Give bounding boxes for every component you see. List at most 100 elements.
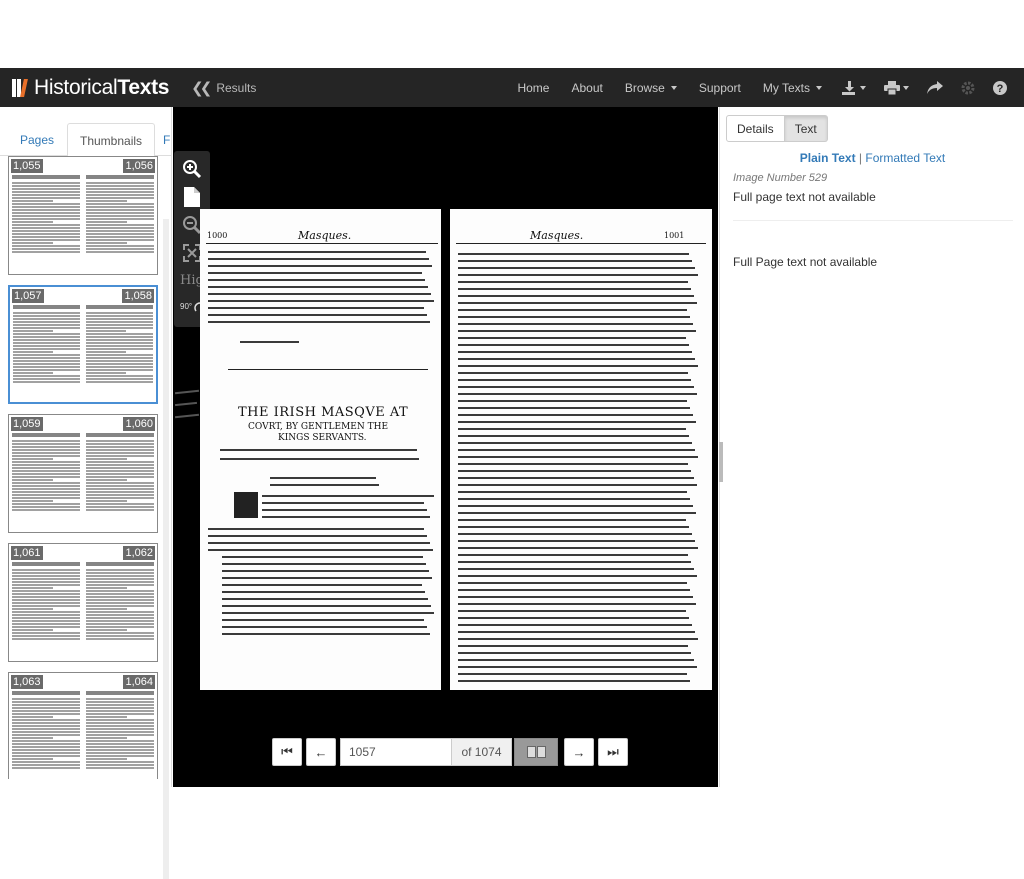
left-page-heading: Masques.: [298, 229, 352, 242]
nav-browse[interactable]: Browse: [614, 81, 688, 95]
printed-text-line: [222, 591, 425, 593]
plain-text-link[interactable]: Plain Text: [800, 151, 856, 165]
arrow-right-icon: →: [572, 744, 586, 760]
nav-about[interactable]: About: [560, 81, 613, 95]
zoom-in-icon: [183, 160, 202, 179]
page-navigation-bar: ⏮ ← 1057 of 1074 → ⏭: [272, 738, 632, 766]
tab-pages[interactable]: Pages: [8, 123, 66, 157]
share-icon: [927, 81, 943, 94]
printed-text-line: [458, 449, 695, 451]
printed-text-line: [458, 589, 690, 591]
nav-support[interactable]: Support: [688, 81, 752, 95]
top-whitespace: [0, 0, 1024, 68]
thumbnail-spread[interactable]: 1,061 1,062: [8, 543, 158, 662]
zoom-in-button[interactable]: [182, 159, 202, 179]
thumbnail-list[interactable]: 1,055 1,056 1,057 1,058 1,059 1,060 1,061 1,062…: [8, 156, 164, 779]
tab-text[interactable]: Text: [784, 115, 828, 142]
first-page-button[interactable]: ⏮: [272, 738, 302, 766]
settings-button[interactable]: [952, 81, 984, 95]
printed-text-line: [208, 300, 434, 302]
page-icon: [184, 187, 200, 207]
fit-to-screen-button[interactable]: [182, 243, 202, 263]
printed-text-line: [458, 533, 692, 535]
printed-text-line: [208, 542, 430, 544]
back-to-results-label: Results: [216, 80, 257, 95]
thumbnail-spread[interactable]: 1,055 1,056: [8, 156, 158, 275]
nav-home[interactable]: Home: [506, 81, 560, 95]
thumbnail-spread[interactable]: 1,059 1,060: [8, 414, 158, 533]
top-navbar: Historical Texts ❮❮ Results Home About B…: [0, 68, 1024, 107]
single-page-button[interactable]: [182, 187, 202, 207]
printed-text-line: [208, 549, 433, 551]
formatted-text-link[interactable]: Formatted Text: [865, 151, 945, 165]
printed-text-line: [208, 251, 426, 253]
caret-down-icon: [903, 85, 909, 90]
format-separator: |: [858, 151, 863, 165]
printed-text-line: [458, 274, 698, 276]
panel-resize-handle[interactable]: [719, 442, 723, 482]
thumbnail-page-preview: [10, 287, 83, 402]
printed-text-line: [458, 561, 691, 563]
printed-text-line: [458, 617, 689, 619]
thumbnail-scrollbar[interactable]: [163, 219, 169, 879]
printed-text-line: [208, 286, 428, 288]
thumbnail-page-number: 1,055: [11, 159, 43, 173]
two-page-view-toggle[interactable]: [514, 738, 558, 766]
printed-text-line: [458, 575, 697, 577]
printed-text-line: [262, 502, 424, 504]
thumbnail-page-number: 1,058: [122, 289, 154, 303]
printed-text-line: [458, 680, 690, 682]
thumbnail-page-number: 1,062: [123, 546, 155, 560]
help-button[interactable]: ?: [984, 80, 1016, 95]
nav-browse-label: Browse: [624, 80, 665, 95]
printed-text-line: [208, 528, 424, 530]
printed-text-line: [458, 603, 696, 605]
printed-text-line: [458, 463, 688, 465]
printed-text-line: [458, 491, 687, 493]
printed-text-line: [270, 477, 376, 479]
thumbnail-page-number: 1,063: [11, 675, 43, 689]
full-page-text-unavailable-message: Full Page text not available: [733, 255, 878, 269]
printed-text-line: [208, 258, 429, 260]
last-page-icon: ⏭: [607, 744, 619, 759]
print-icon: [884, 80, 900, 95]
printed-text-line: [458, 393, 697, 395]
nav-my-texts[interactable]: My Texts: [752, 81, 833, 95]
printed-text-line: [458, 407, 690, 409]
page-image-viewer[interactable]: Hig 90° 1000 Masques. THE IRISH MASQVE A…: [173, 107, 718, 787]
printed-text-line: [220, 449, 417, 451]
image-number: Image Number 529: [733, 172, 828, 184]
printed-text-line: [458, 484, 697, 486]
printed-text-line: [458, 428, 686, 430]
brand-logo-link[interactable]: Historical Texts: [12, 68, 169, 107]
printed-text-line: [262, 509, 427, 511]
zoom-out-button[interactable]: [182, 215, 202, 235]
back-to-results-link[interactable]: ❮❮ Results: [191, 79, 256, 97]
caret-down-icon: [670, 85, 677, 90]
printed-text-line: [208, 293, 431, 295]
tab-thumbnails[interactable]: Thumbnails: [67, 123, 156, 157]
printed-text-line: [458, 631, 695, 633]
thumbnail-spread[interactable]: 1,063 1,064: [8, 672, 158, 779]
printed-text-line: [208, 272, 422, 274]
next-page-button[interactable]: →: [564, 738, 594, 766]
printed-text-line: [458, 666, 697, 668]
tab-details[interactable]: Details: [726, 115, 785, 142]
caret-down-icon: [860, 85, 866, 90]
print-menu-button[interactable]: [875, 80, 918, 95]
printed-text-line: [458, 456, 698, 458]
last-page-button[interactable]: ⏭: [598, 738, 628, 766]
share-button[interactable]: [918, 81, 952, 94]
thumbnail-spread[interactable]: 1,057 1,058: [8, 285, 158, 404]
previous-page-button[interactable]: ←: [306, 738, 336, 766]
masque-title: THE IRISH MASQVE AT: [238, 405, 409, 420]
thumbnail-page-number: 1,064: [123, 675, 155, 689]
download-menu-button[interactable]: [833, 80, 875, 95]
right-panel-tabs: Details Text: [726, 115, 828, 142]
rotate-90-label: 90°: [180, 302, 193, 312]
right-page-heading: Masques.: [530, 229, 584, 242]
brand-name-light: Historical: [34, 75, 118, 99]
page-number-input[interactable]: 1057: [340, 738, 452, 766]
printed-text-line: [458, 659, 694, 661]
brand-name-bold: Texts: [117, 75, 170, 99]
